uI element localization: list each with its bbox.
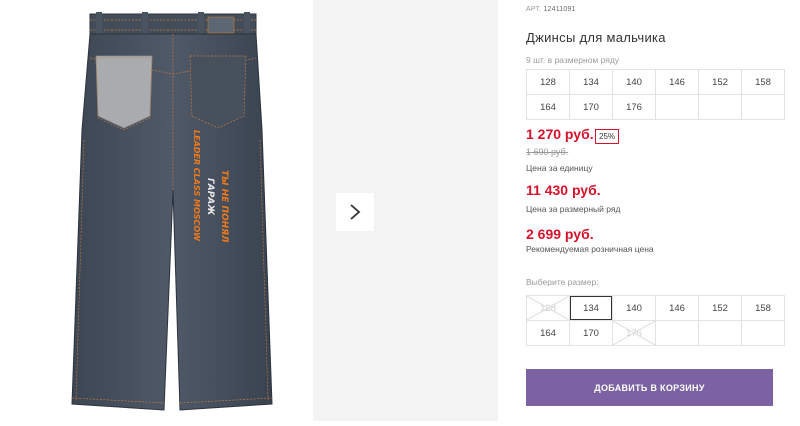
grid-blank xyxy=(699,95,741,119)
size-option-176: 176 xyxy=(613,321,655,345)
print-text-3: ГАРАЖ xyxy=(205,178,215,216)
next-image-button[interactable] xyxy=(336,193,374,231)
size-range-caption: 9 шт. в размерном ряду xyxy=(526,55,620,65)
sku: АРТ. 12411091 xyxy=(526,6,576,13)
range-size: 140 xyxy=(613,70,655,94)
range-size: 164 xyxy=(527,95,569,119)
product-title: Джинсы для мальчика xyxy=(526,30,666,45)
grid-blank xyxy=(656,95,698,119)
range-price: 11 430 руб. xyxy=(526,182,601,198)
range-price-label: Цена за размерный ряд xyxy=(526,204,621,214)
print-text-1: ТЫ НЕ ПОНЯЛ xyxy=(219,170,229,243)
size-option-164[interactable]: 164 xyxy=(527,321,569,345)
range-size: 176 xyxy=(613,95,655,119)
size-option-128: 128 xyxy=(527,296,569,320)
size-option-label: 152 xyxy=(712,302,728,314)
range-size: 146 xyxy=(656,70,698,94)
grid-blank xyxy=(742,321,784,345)
unavailable-cross-icon xyxy=(527,296,569,320)
old-price: 1 690 руб. xyxy=(526,147,569,157)
size-option-140[interactable]: 140 xyxy=(613,296,655,320)
rrp-price: 2 699 руб. xyxy=(526,226,594,242)
size-select-grid: 128 134 140 146 152 158 164 170 176 xyxy=(526,295,785,346)
size-option-134[interactable]: 134 xyxy=(570,296,612,320)
range-size: 152 xyxy=(699,70,741,94)
chevron-right-icon xyxy=(350,204,361,220)
size-option-158[interactable]: 158 xyxy=(742,296,784,320)
size-option-label: 140 xyxy=(626,302,642,314)
sku-value: 12411091 xyxy=(543,6,576,13)
sku-label: АРТ. xyxy=(526,6,542,13)
size-option-label: 146 xyxy=(669,302,685,314)
size-option-label: 158 xyxy=(755,302,771,314)
unit-price-label: Цена за единицу xyxy=(526,163,593,173)
discount-badge: 25% xyxy=(595,129,620,144)
size-option-146[interactable]: 146 xyxy=(656,296,698,320)
rrp-price-label: Рекомендуемая розничная цена xyxy=(526,244,654,254)
size-option-label: 134 xyxy=(583,302,599,314)
range-size: 128 xyxy=(527,70,569,94)
size-option-152[interactable]: 152 xyxy=(699,296,741,320)
grid-blank xyxy=(742,95,784,119)
range-size: 134 xyxy=(570,70,612,94)
range-size: 158 xyxy=(742,70,784,94)
product-gallery: ТЫ НЕ ПОНЯЛ LEADER CLASS MOSCOW ГАРАЖ xyxy=(0,0,510,421)
size-option-label: 170 xyxy=(583,327,599,339)
size-select-caption: Выберите размер: xyxy=(526,277,599,287)
add-to-cart-button[interactable]: ДОБАВИТЬ В КОРЗИНУ xyxy=(526,369,773,406)
grid-blank xyxy=(656,321,698,345)
product-photo: ТЫ НЕ ПОНЯЛ LEADER CLASS MOSCOW ГАРАЖ xyxy=(30,0,300,421)
product-info: АРТ. 12411091 Джинсы для мальчика 9 шт. … xyxy=(526,0,800,421)
size-option-170[interactable]: 170 xyxy=(570,321,612,345)
size-range-grid: 128 134 140 146 152 158 164 170 176 xyxy=(526,69,785,120)
range-size: 170 xyxy=(570,95,612,119)
unavailable-cross-icon xyxy=(613,321,655,345)
size-option-label: 164 xyxy=(540,327,556,339)
unit-price: 1 270 руб. xyxy=(526,126,594,142)
grid-blank xyxy=(699,321,741,345)
print-text-2: LEADER CLASS MOSCOW xyxy=(192,130,201,242)
